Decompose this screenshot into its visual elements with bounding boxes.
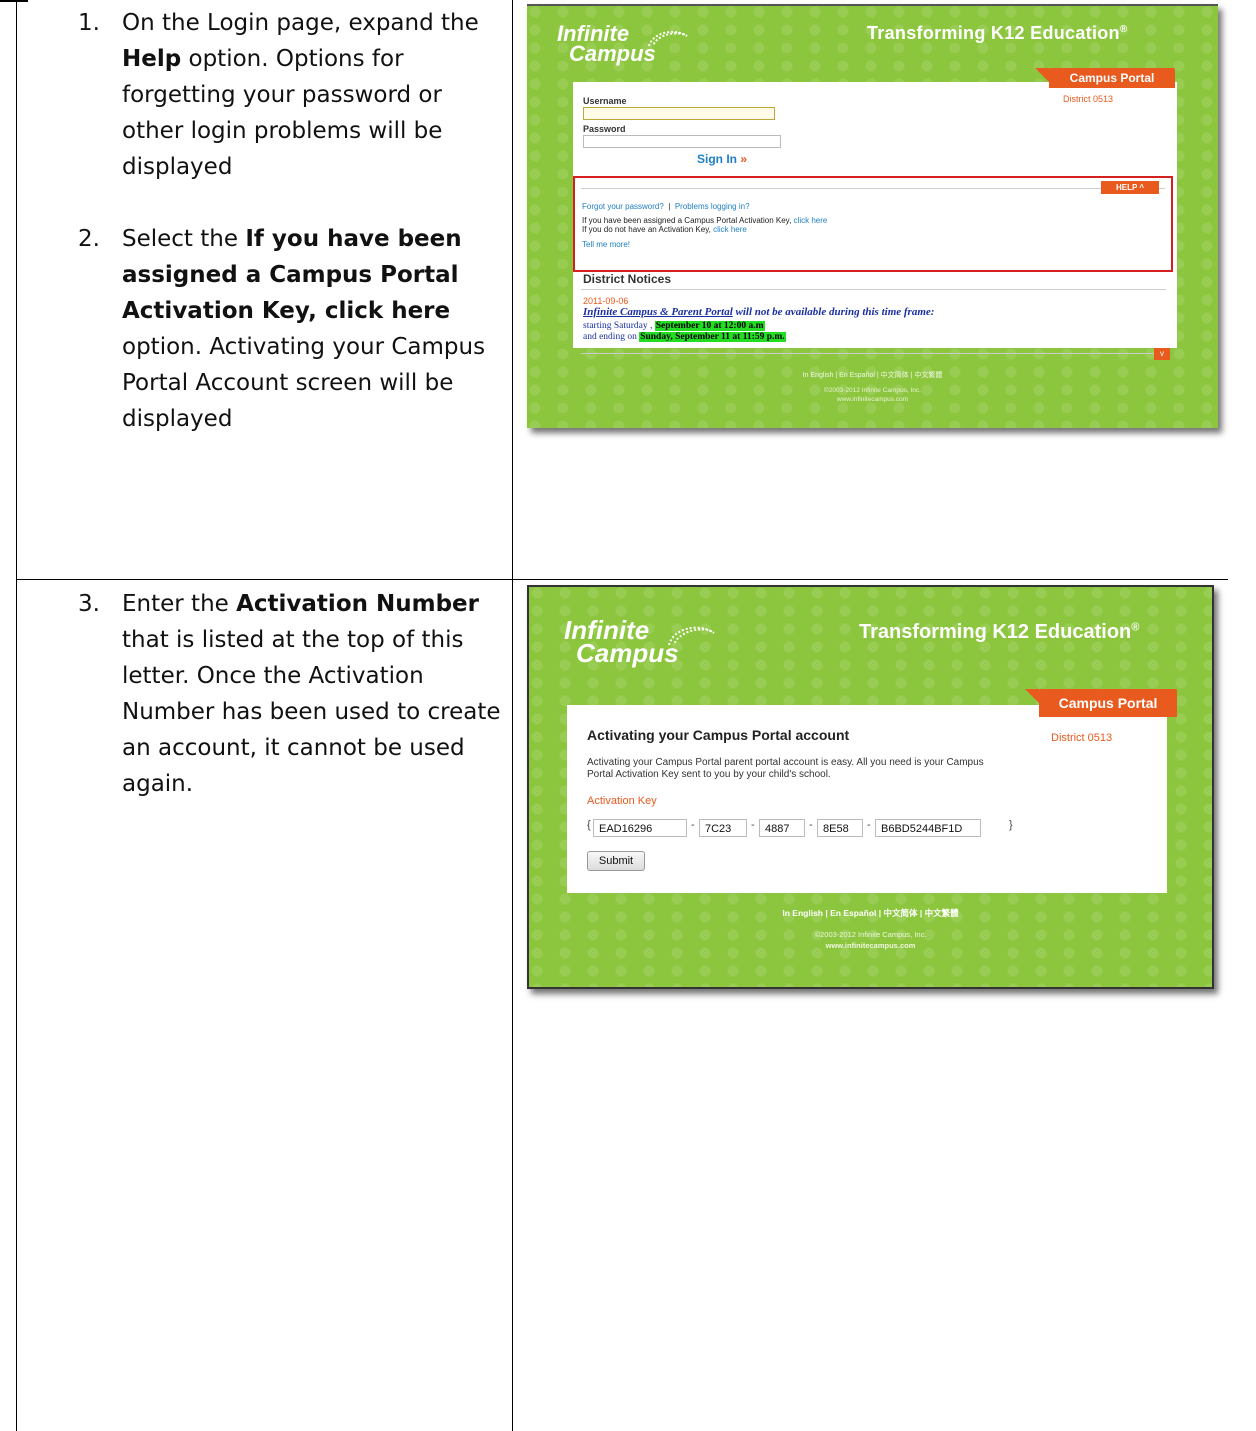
activation-key-field-2[interactable]: 7C23 — [699, 819, 747, 837]
infinite-campus-logo: Infinite Campus — [564, 617, 715, 669]
notice-start-line: starting Saturday , September 10 at 12:0… — [583, 321, 765, 331]
activation-description: Activating your Campus Portal parent por… — [587, 757, 984, 780]
key-brace-close: } — [1009, 819, 1013, 831]
tell-me-more-link[interactable]: Tell me more! — [582, 240, 630, 249]
assigned-key-row: If you have been assigned a Campus Porta… — [582, 216, 827, 225]
brand-tagline: Transforming K12 Education® — [859, 621, 1139, 644]
notices-divider — [581, 289, 1166, 290]
registered-mark: ® — [1131, 621, 1140, 634]
table-row-divider-tail — [0, 1, 28, 2]
registered-mark: ® — [1119, 24, 1128, 35]
assigned-key-text: If you have been assigned a Campus Porta… — [582, 216, 792, 225]
notice-end-prefix: and ending on — [583, 332, 640, 342]
tagline-text: Transforming K12 Education — [859, 621, 1132, 643]
instruction-list-row2: 3. Enter the Activation Number that is l… — [78, 586, 508, 802]
password-label: Password — [583, 124, 626, 134]
help-links-row: Forgot your password? | Problems logging… — [582, 202, 750, 211]
username-label: Username — [583, 96, 627, 106]
website-link[interactable]: www.infinitecampus.com — [529, 941, 1212, 950]
copyright-text: ©2003-2012 Infinite Campus, Inc. — [814, 930, 927, 939]
table-border-left — [16, 0, 17, 1431]
key-brace-open: { — [587, 819, 591, 831]
activation-key-field-1[interactable]: EAD16296 — [593, 819, 687, 837]
submit-button[interactable]: Submit — [587, 851, 645, 871]
sign-in-arrow-icon: » — [740, 152, 748, 166]
logo-swoosh-icon — [648, 30, 688, 47]
notice-start-highlight: September 10 at 12:00 a.m — [654, 321, 765, 331]
assigned-key-click-here-link[interactable]: click here — [794, 216, 828, 225]
username-input[interactable] — [583, 107, 775, 120]
instruction-step-2: 2. Select the If you have been assigned … — [78, 221, 508, 437]
step-text: option. Activating your Campus Portal Ac… — [122, 334, 486, 432]
notice-title: Infinite Campus & Parent Portal will not… — [583, 306, 934, 318]
table-column-divider — [512, 0, 513, 1431]
notice-start-prefix: starting Saturday , — [583, 321, 655, 331]
step-text: On the Login page, expand the — [122, 10, 479, 36]
notice-date: 2011-09-06 — [583, 296, 629, 306]
key-dash: - — [809, 819, 813, 831]
district-label: District 0513 — [1051, 732, 1113, 744]
key-dash: - — [751, 819, 755, 831]
step-spacer — [78, 185, 508, 221]
expand-notices-chevron-icon[interactable]: v — [1154, 348, 1170, 360]
infinite-campus-logo: Infinite Campus — [557, 23, 688, 66]
campus-portal-tab[interactable]: Campus Portal — [1035, 68, 1175, 88]
key-dash: - — [867, 819, 871, 831]
step-text: Select the — [122, 226, 246, 252]
activation-key-field-5[interactable]: B6BD5244BF1D — [875, 819, 981, 837]
step-number: 3. — [78, 591, 100, 617]
link-separator: | — [668, 202, 671, 211]
sign-in-button[interactable]: Sign In » — [697, 152, 747, 166]
step-number: 1. — [78, 10, 100, 36]
notices-bottom-divider — [581, 353, 1158, 354]
activation-heading: Activating your Campus Portal account — [587, 727, 850, 743]
forgot-password-link[interactable]: Forgot your password? — [582, 202, 664, 211]
activation-key-field-3[interactable]: 4887 — [759, 819, 805, 837]
notice-end-line: and ending on Sunday, September 11 at 11… — [583, 332, 786, 342]
brand-tagline: Transforming K12 Education® — [867, 23, 1127, 44]
campus-portal-tab[interactable]: Campus Portal — [1025, 689, 1177, 717]
language-links[interactable]: In English | En Español | 中文简体 | 中文繁體 — [527, 370, 1218, 380]
login-page-screenshot: Infinite Campus Transforming K12 Educati… — [527, 4, 1218, 428]
table-row-divider — [16, 579, 1228, 580]
logo-line-2: Campus — [569, 40, 656, 66]
copyright-text: ©2003-2012 Infinite Campus, Inc. — [824, 387, 921, 394]
no-key-text: If you do not have an Activation Key, — [582, 225, 711, 234]
logo-swoosh-icon — [668, 626, 715, 646]
step-emphasis: Help — [122, 46, 182, 72]
problems-logging-in-link[interactable]: Problems logging in? — [675, 202, 750, 211]
notice-title-link: Infinite Campus & Parent Portal — [583, 306, 733, 318]
website-link[interactable]: www.infinitecampus.com — [527, 396, 1218, 403]
district-notices-title: District Notices — [583, 272, 672, 286]
notice-title-rest: will not be available during this time f… — [732, 306, 935, 318]
activation-key-label: Activation Key — [587, 795, 657, 807]
activation-key-field-4[interactable]: 8E58 — [817, 819, 863, 837]
tagline-text: Transforming K12 Education — [867, 23, 1120, 43]
step-number: 2. — [78, 226, 100, 252]
step-text: Enter the — [122, 591, 237, 617]
step-text: that is listed at the top of this letter… — [122, 627, 501, 797]
activation-page-screenshot: Infinite Campus Transforming K12 Educati… — [527, 585, 1214, 989]
no-key-row: If you do not have an Activation Key, cl… — [582, 225, 747, 234]
no-key-click-here-link[interactable]: click here — [713, 225, 747, 234]
logo-line-2: Campus — [576, 638, 679, 669]
step-emphasis: Activation Number — [236, 591, 479, 617]
instruction-step-1: 1. On the Login page, expand the Help op… — [78, 5, 508, 185]
district-label: District 0513 — [1063, 94, 1114, 104]
instruction-list-row1: 1. On the Login page, expand the Help op… — [78, 5, 508, 437]
notice-end-highlight: Sunday, September 11 at 11:59 p.m. — [639, 332, 786, 342]
help-divider — [581, 188, 1165, 189]
key-dash: - — [691, 819, 695, 831]
instruction-step-3: 3. Enter the Activation Number that is l… — [78, 586, 508, 802]
sign-in-label: Sign In — [697, 152, 737, 166]
language-links[interactable]: In English | En Español | 中文简体 | 中文繁體 — [529, 907, 1212, 919]
help-toggle-button[interactable]: HELP ^ — [1101, 181, 1159, 194]
help-section-highlight: HELP ^ Forgot your password? | Problems … — [573, 176, 1173, 272]
password-input[interactable] — [583, 135, 781, 148]
